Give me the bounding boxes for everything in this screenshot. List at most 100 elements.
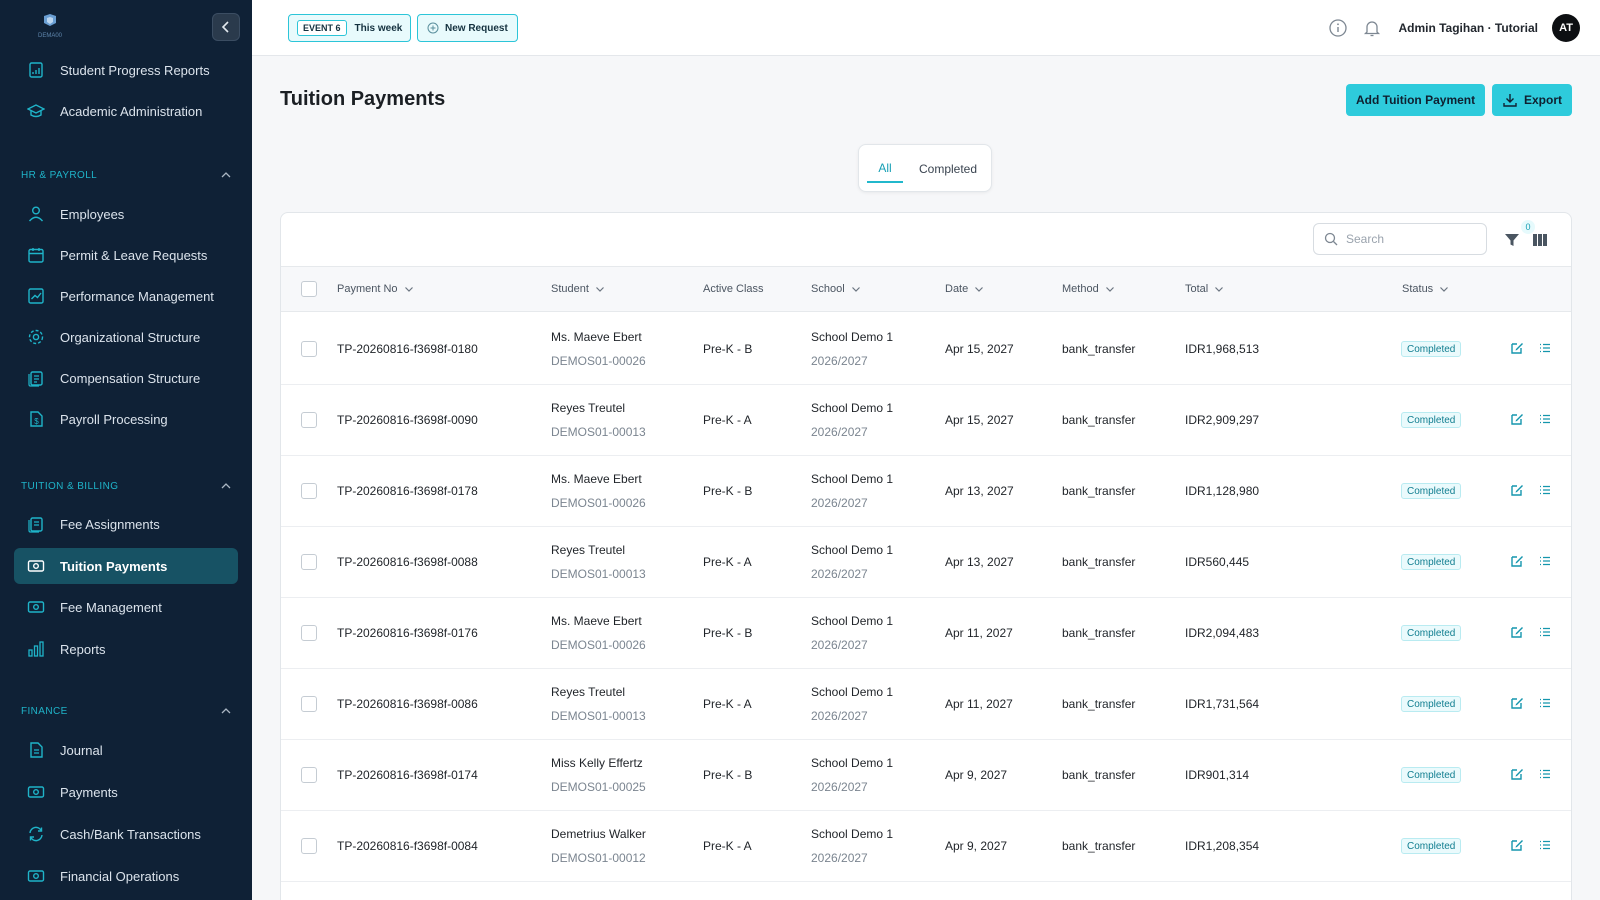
payment-no[interactable]: TP-20260816-f3698f-0086 [337,697,478,711]
edit-icon[interactable] [1510,838,1524,852]
status-badge: Completed [1401,767,1462,783]
sidebar-item-payments[interactable]: Payments [14,774,238,810]
column-header-school[interactable]: School [811,267,861,311]
payment-no[interactable]: TP-20260816-f3698f-0180 [337,342,478,356]
sidebar-item-label: Organizational Structure [60,329,201,345]
edit-icon[interactable] [1510,412,1524,426]
page-title: Tuition Payments [280,88,446,110]
row-checkbox[interactable] [301,696,317,712]
details-list-icon[interactable] [1538,767,1552,781]
sidebar-item-compensation-structure[interactable]: Compensation Structure [14,360,238,396]
column-header-date[interactable]: Date [945,267,984,311]
details-list-icon[interactable] [1538,483,1552,497]
sidebar: DEMA00 Student Progress Reports Academic… [0,0,252,900]
payment-no[interactable]: TP-20260816-f3698f-0084 [337,839,478,853]
column-label: Total [1185,283,1209,295]
column-header-method[interactable]: Method [1062,267,1115,311]
bell-icon[interactable] [1362,18,1382,38]
section-header-tuition-billing[interactable]: TUITION & BILLING [21,476,231,496]
sidebar-item-fee-assignments[interactable]: Fee Assignments [14,506,238,542]
sidebar-item-payroll-processing[interactable]: $ Payroll Processing [14,401,238,437]
edit-icon[interactable] [1510,554,1524,568]
sidebar-item-fee-management[interactable]: Fee Management [14,589,238,625]
table-row[interactable]: TP-20260816-f3698f-0180 Ms. Maeve Ebert DE… [281,314,1571,385]
columns-icon[interactable] [1531,231,1549,249]
search-input[interactable] [1346,232,1476,246]
info-icon[interactable] [1328,18,1348,38]
table-row[interactable]: TP-20260816-f3698f-0086 Reyes Treutel DEMO… [281,669,1571,740]
active-class: Pre-K - B [703,626,753,640]
table-row[interactable]: TP-20260816-f3698f-0174 Miss Kelly Effert… [281,740,1571,811]
document-stack-icon [26,514,46,534]
sidebar-item-performance-management[interactable]: Performance Management [14,278,238,314]
row-checkbox[interactable] [301,412,317,428]
row-checkbox[interactable] [301,767,317,783]
column-header-payment-no[interactable]: Payment No [337,267,414,311]
column-header-status[interactable]: Status [1402,267,1449,311]
table-row[interactable]: TP-20260816-f3698f-0084 Demetrius Walker D… [281,811,1571,882]
sidebar-item-cash-bank-transactions[interactable]: Cash/Bank Transactions [14,816,238,852]
details-list-icon[interactable] [1538,696,1552,710]
sidebar-collapse-button[interactable] [212,13,240,41]
details-list-icon[interactable] [1538,341,1552,355]
avatar[interactable]: AT [1552,14,1580,42]
details-list-icon[interactable] [1538,625,1552,639]
search-field[interactable] [1313,223,1487,255]
payment-no[interactable]: TP-20260816-f3698f-0088 [337,555,478,569]
event-pill[interactable]: EVENT 6 This week [288,14,412,42]
details-list-icon[interactable] [1538,412,1552,426]
filter-icon[interactable] [1503,231,1521,249]
row-checkbox[interactable] [301,625,317,641]
user-name[interactable]: Admin Tagihan · Tutorial [1398,21,1538,35]
app-logo[interactable]: DEMA00 [32,12,68,40]
tab-all[interactable]: All [867,155,903,183]
edit-icon[interactable] [1510,696,1524,710]
event-badge: EVENT 6 [297,20,347,36]
payment-date: Apr 13, 2027 [945,484,1014,498]
sidebar-item-student-progress-reports[interactable]: Student Progress Reports [14,52,238,88]
edit-icon[interactable] [1510,483,1524,497]
payment-date: Apr 11, 2027 [945,697,1013,711]
payment-no[interactable]: TP-20260816-f3698f-0090 [337,413,478,427]
academic-year: 2026/2027 [811,851,868,865]
sidebar-item-permit-leave-requests[interactable]: Permit & Leave Requests [14,237,238,273]
school-name: School Demo 1 [811,543,894,557]
payment-no[interactable]: TP-20260816-f3698f-0174 [337,768,478,782]
row-checkbox[interactable] [301,838,317,854]
sidebar-item-financial-operations[interactable]: Financial Operations [14,858,238,894]
chevron-up-icon [221,172,231,178]
row-checkbox[interactable] [301,341,317,357]
details-list-icon[interactable] [1538,838,1552,852]
status-badge: Completed [1401,412,1462,428]
sidebar-item-journal[interactable]: Journal [14,732,238,768]
table-row[interactable]: TP-20260816-f3698f-0178 Ms. Maeve Ebert DE… [281,456,1571,527]
section-header-finance[interactable]: FINANCE [21,701,231,721]
section-title: FINANCE [21,705,68,717]
top-bar: EVENT 6 This week New Request Admin Tagi… [252,0,1600,56]
table-row[interactable]: TP-20260816-f3698f-0088 Reyes Treutel DEMO… [281,527,1571,598]
edit-icon[interactable] [1510,341,1524,355]
row-checkbox[interactable] [301,483,317,499]
new-request-button[interactable]: New Request [417,14,518,42]
select-all-checkbox[interactable] [301,281,317,297]
column-header-student[interactable]: Student [551,267,605,311]
row-checkbox[interactable] [301,554,317,570]
export-button[interactable]: Export [1492,84,1573,116]
table-row[interactable]: TP-20260816-f3698f-0176 Ms. Maeve Ebert DE… [281,598,1571,669]
edit-icon[interactable] [1510,625,1524,639]
sidebar-item-tuition-payments[interactable]: Tuition Payments [14,548,238,584]
payment-no[interactable]: TP-20260816-f3698f-0178 [337,484,478,498]
payment-no[interactable]: TP-20260816-f3698f-0176 [337,626,478,640]
table-row[interactable]: TP-20260816-f3698f-0090 Reyes Treutel DEMO… [281,385,1571,456]
sidebar-item-organizational-structure[interactable]: Organizational Structure [14,319,238,355]
section-header-hr-payroll[interactable]: HR & PAYROLL [21,165,231,185]
edit-icon[interactable] [1510,767,1524,781]
sidebar-item-employees[interactable]: Employees [14,196,238,232]
details-list-icon[interactable] [1538,554,1552,568]
sidebar-item-reports[interactable]: Reports [14,631,238,667]
column-header-total[interactable]: Total [1185,267,1224,311]
sidebar-item-academic-administration[interactable]: Academic Administration [14,93,238,129]
add-tuition-payment-button[interactable]: Add Tuition Payment [1346,84,1486,116]
school-name: School Demo 1 [811,685,894,699]
tab-completed[interactable]: Completed [911,155,985,183]
